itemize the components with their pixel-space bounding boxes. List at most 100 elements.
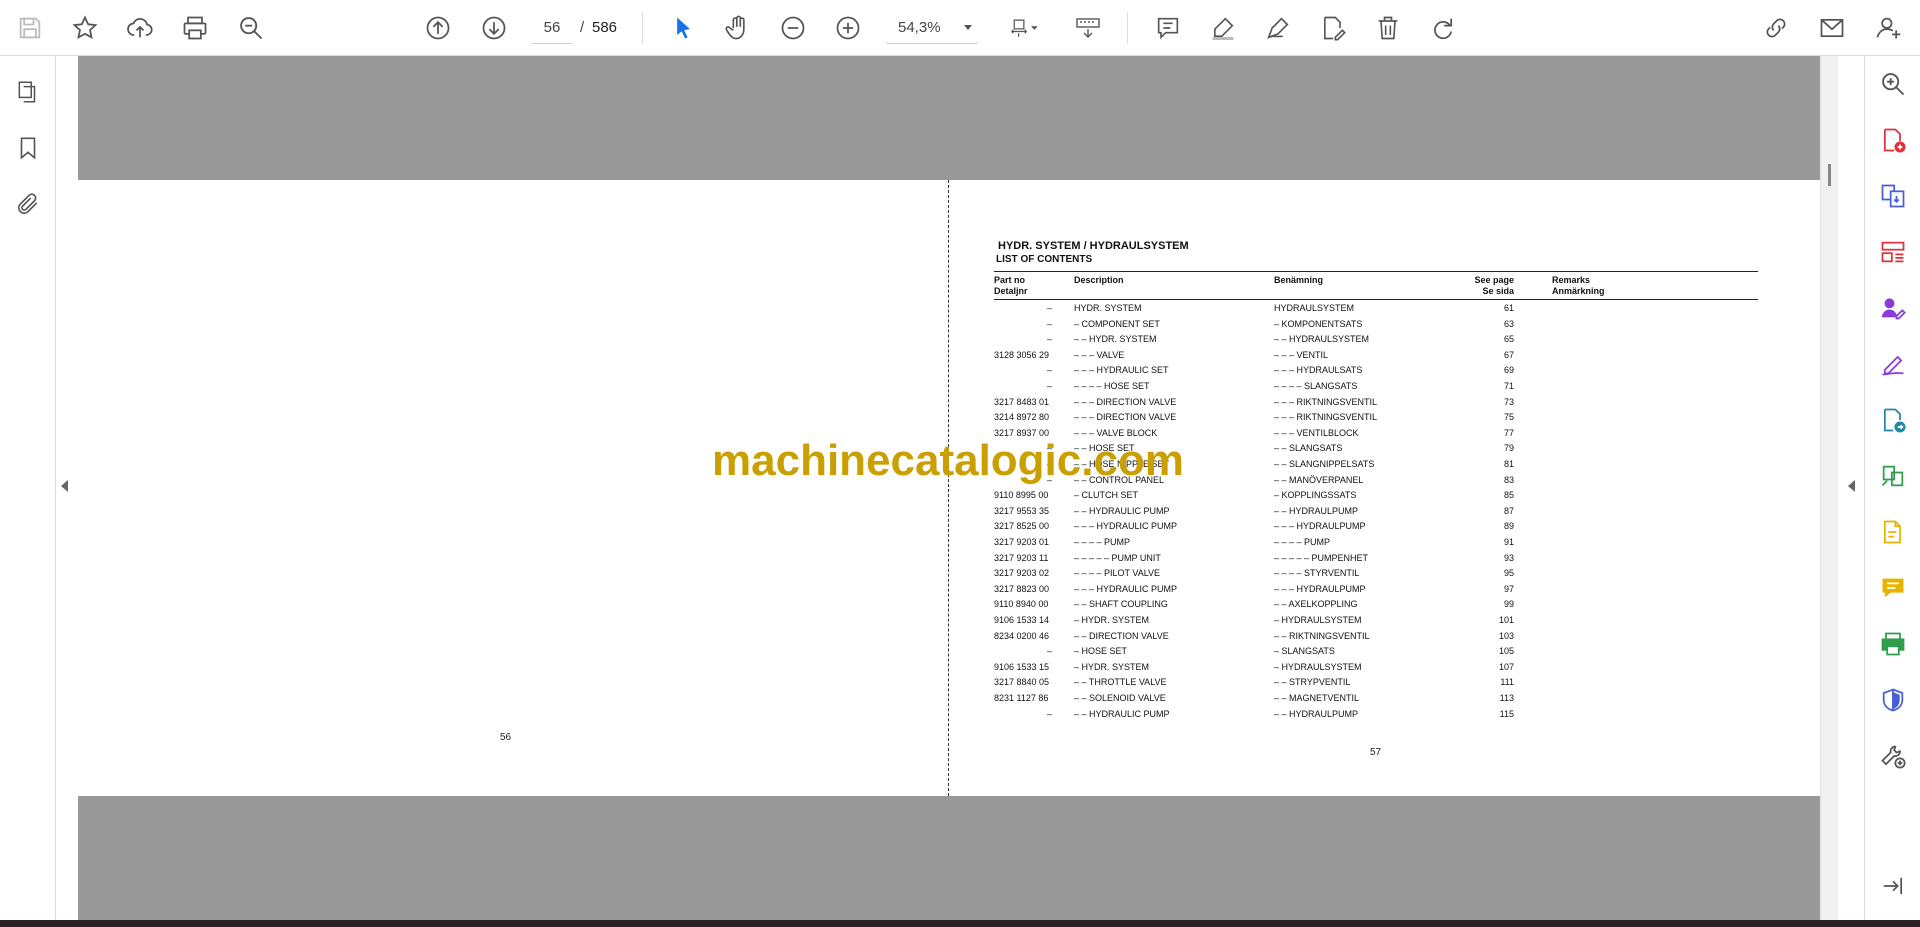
benamning-cell: – – – HYDRAULPUMP (1274, 583, 1366, 594)
next-page-icon[interactable] (476, 10, 512, 46)
protect-icon[interactable] (1875, 682, 1911, 718)
description-cell: – – – – PILOT VALVE (1074, 568, 1161, 579)
more-tools-icon[interactable] (1875, 738, 1911, 774)
description-cell: – – SOLENOID VALVE (1074, 693, 1166, 703)
highlight-icon[interactable] (1205, 10, 1241, 46)
create-pdf-icon[interactable] (1875, 514, 1911, 550)
table-rule-header (994, 299, 1758, 300)
description-cell: – HYDR. SYSTEM (1074, 615, 1150, 625)
header-remarks-en: Remarks (1552, 275, 1591, 285)
benamning-cell: – HYDRAULSYSTEM (1274, 615, 1362, 625)
collapse-right-panel-icon[interactable] (1848, 480, 1855, 492)
document-subtitle: LIST OF CONTENTS (996, 254, 1093, 265)
table-row: 3217 9203 01 – – – – PUMP – – – – PUMP 91 (994, 537, 1758, 552)
page-ref-cell: 83 (1503, 474, 1514, 485)
benamning-cell: – – – – PUMP (1274, 537, 1331, 547)
total-pages: 586 (592, 19, 618, 36)
scroll-mode-icon[interactable] (1068, 10, 1108, 46)
vertical-scrollbar[interactable] (1820, 56, 1838, 920)
draw-pen-icon[interactable] (1260, 10, 1296, 46)
edit-text-icon[interactable] (1315, 10, 1351, 46)
table-row: 3217 8823 00 – – – HYDRAULIC PUMP – – – HY… (994, 584, 1758, 599)
collapse-left-panel-icon[interactable] (61, 480, 68, 492)
right-page-number: 57 (1370, 747, 1382, 758)
fill-sign-icon[interactable] (1875, 346, 1911, 382)
toolbar-divider (642, 12, 643, 44)
header-see-page: See page Se sida (1434, 275, 1514, 297)
table-row: 3214 8972 80 – – – DIRECTION VALVE – – – R… (994, 412, 1758, 427)
compress-pdf-icon[interactable] (1875, 458, 1911, 494)
zoom-out-icon[interactable] (775, 10, 811, 46)
search-icon[interactable] (233, 10, 269, 46)
benamning-cell: – – AXELKOPPLING (1274, 599, 1358, 610)
benamning-cell: – – – HYDRAULPUMP (1274, 521, 1366, 532)
part-no-cell: 3217 8525 00 (994, 521, 1050, 532)
page-ref-cell: 93 (1503, 552, 1514, 563)
part-no-cell: – (1046, 303, 1052, 313)
page-separator: / (580, 19, 585, 36)
description-cell: – CLUTCH SET (1074, 490, 1139, 501)
right-tools-rail (1864, 56, 1920, 920)
table-row: 9110 8940 00 – – SHAFT COUPLING – – AXELKO… (994, 599, 1758, 614)
bookmark-star-icon[interactable] (67, 10, 103, 46)
share-link-icon[interactable] (1758, 10, 1794, 46)
table-row: – – – – HYDRAULIC SET – – – HYDRAULSATS 69 (994, 365, 1758, 380)
benamning-cell: – – STRYPVENTIL (1274, 677, 1351, 688)
print-production-icon[interactable] (1875, 626, 1911, 662)
table-row: 3217 9553 35 – – HYDRAULIC PUMP – – HYDRAU… (994, 506, 1758, 521)
delete-icon[interactable] (1370, 10, 1406, 46)
watermark-text: machinecatalogic.com (712, 436, 1184, 485)
table-row: 9106 1533 14 – HYDR. SYSTEM – HYDRAULSYSTE… (994, 615, 1758, 630)
description-cell: – – THROTTLE VALVE (1074, 677, 1167, 688)
part-no-cell: – (1046, 646, 1052, 657)
chevron-down-icon (964, 25, 972, 30)
toolbar-divider (1127, 12, 1128, 44)
page-thumbnails-icon[interactable] (10, 74, 46, 110)
comment-tool-icon[interactable] (1875, 570, 1911, 606)
attachments-icon[interactable] (10, 186, 46, 222)
page-fold-line (948, 180, 949, 796)
combine-files-icon[interactable] (1875, 178, 1911, 214)
account-icon[interactable] (1870, 10, 1906, 46)
organize-pages-icon[interactable] (1875, 234, 1911, 270)
part-no-cell: 9110 8940 00 (994, 599, 1049, 610)
scrollbar-thumb[interactable] (1828, 164, 1831, 186)
hand-tool-icon[interactable] (720, 10, 756, 46)
benamning-cell: – – – – STYRVENTIL (1274, 568, 1360, 579)
benamning-cell: – – HYDRAULPUMP (1274, 505, 1359, 516)
page-ref-cell: 99 (1503, 599, 1514, 610)
select-cursor-icon[interactable] (665, 10, 701, 46)
request-signatures-icon[interactable] (1875, 290, 1911, 326)
comment-icon[interactable] (1150, 10, 1186, 46)
page-number-input[interactable]: 56 (532, 12, 572, 44)
search-tools-icon[interactable] (1875, 66, 1911, 102)
page-ref-cell: 61 (1503, 303, 1514, 313)
benamning-cell: – – – RIKTNINGSVENTIL (1274, 396, 1378, 407)
table-row: 8231 1127 86 – – SOLENOID VALVE – – MAGNET… (994, 693, 1758, 708)
email-icon[interactable] (1814, 10, 1850, 46)
export-pdf-icon[interactable] (1875, 122, 1911, 158)
rotate-icon[interactable] (1425, 10, 1461, 46)
document-viewport[interactable]: 56 HYDR. SYSTEM / HYDRAULSYSTEM LIST OF … (78, 56, 1820, 920)
part-no-cell: 3217 9203 11 (994, 552, 1049, 563)
page-ref-cell: 73 (1503, 396, 1514, 407)
save-icon[interactable] (12, 10, 48, 46)
left-navigation-rail (0, 56, 56, 920)
send-for-review-icon[interactable] (1875, 402, 1911, 438)
collapse-tools-panel-icon[interactable] (1875, 868, 1911, 904)
page-ref-cell: 75 (1503, 412, 1514, 423)
bookmarks-icon[interactable] (10, 130, 46, 166)
bottom-bar (0, 920, 1920, 927)
benamning-cell: – – MANÖVERPANEL (1274, 474, 1364, 485)
cloud-upload-icon[interactable] (122, 10, 158, 46)
benamning-cell: – – – HYDRAULSATS (1274, 365, 1363, 376)
page-fit-icon[interactable] (998, 10, 1048, 46)
page-ref-cell: 105 (1498, 646, 1514, 657)
benamning-cell: – KOMPONENTSATS (1274, 318, 1363, 329)
zoom-level-select[interactable]: 54,3% (886, 12, 978, 44)
benamning-cell: – HYDRAULSYSTEM (1274, 661, 1362, 672)
previous-page-icon[interactable] (420, 10, 456, 46)
zoom-in-icon[interactable] (830, 10, 866, 46)
header-part-no-en: Part no (994, 275, 1026, 285)
print-icon[interactable] (177, 10, 213, 46)
